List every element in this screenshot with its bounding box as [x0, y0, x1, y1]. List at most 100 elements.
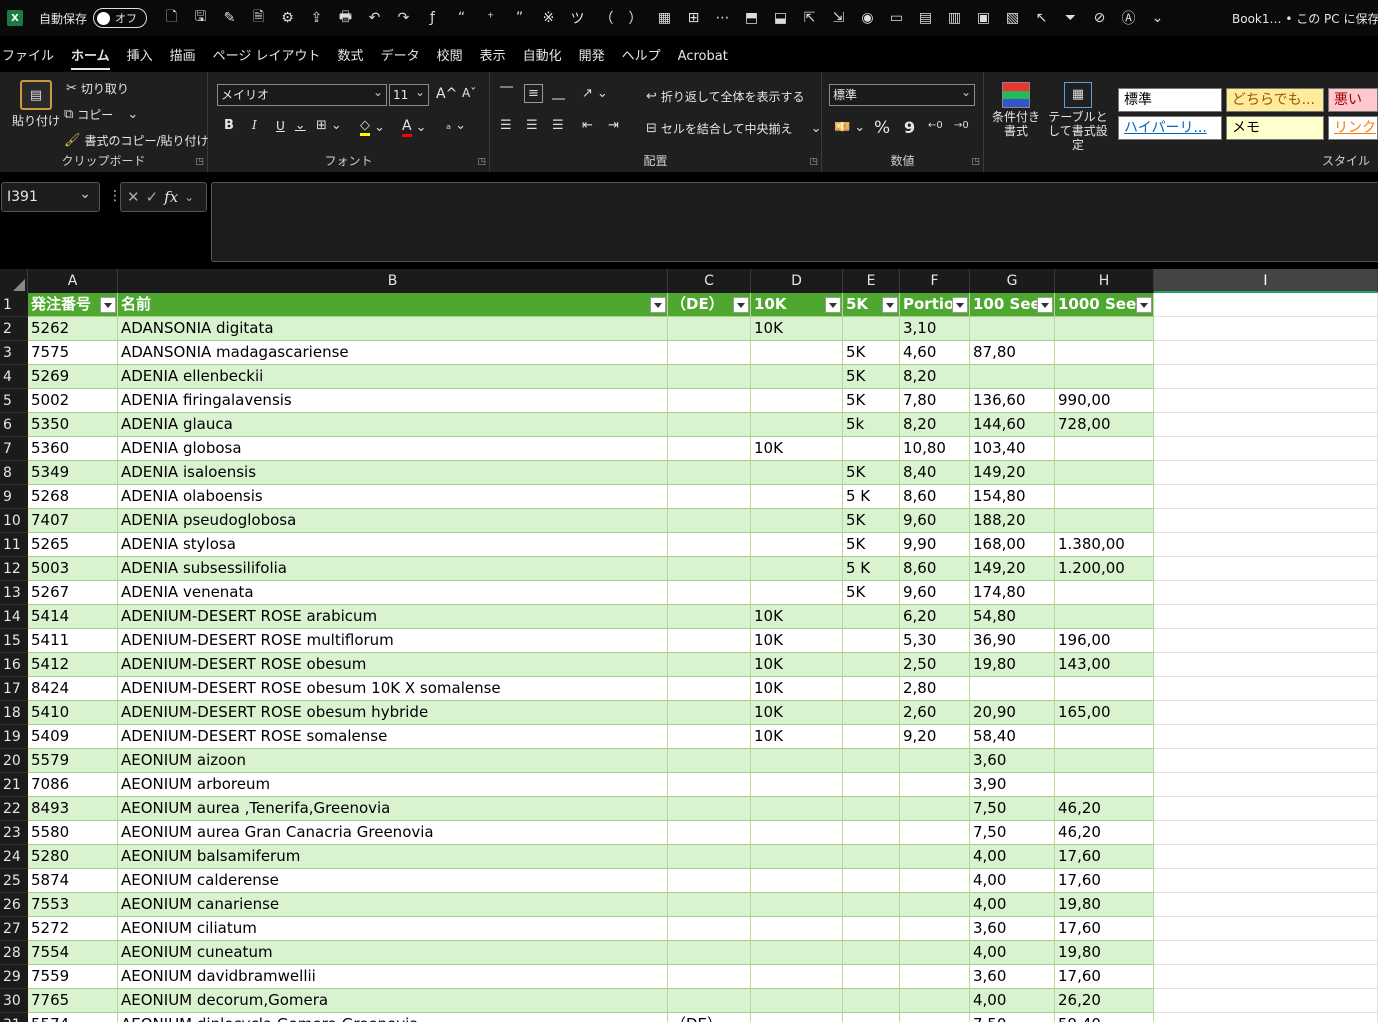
cell[interactable]: 36,90 — [970, 629, 1055, 653]
cell[interactable] — [843, 677, 900, 701]
cell[interactable] — [668, 749, 751, 773]
cell[interactable] — [668, 341, 751, 365]
cell[interactable] — [1154, 917, 1378, 941]
column-header-e[interactable]: E — [843, 269, 900, 293]
cell[interactable]: 5K — [843, 389, 900, 413]
cell[interactable] — [1154, 317, 1378, 341]
cell[interactable] — [751, 413, 843, 437]
cell[interactable] — [843, 821, 900, 845]
orientation-button[interactable]: ↗ ⌄ — [582, 86, 608, 101]
cell[interactable] — [668, 581, 751, 605]
cell[interactable] — [751, 797, 843, 821]
cell[interactable]: 5262 — [28, 317, 118, 341]
cell[interactable] — [843, 317, 900, 341]
undo-icon[interactable]: ↶ — [360, 6, 389, 30]
cell[interactable]: 7,50 — [970, 1013, 1055, 1022]
cell[interactable] — [668, 317, 751, 341]
cell[interactable]: 87,80 — [970, 341, 1055, 365]
cell[interactable]: AEONIUM ciliatum — [118, 917, 668, 941]
table-header-cell[interactable] — [1154, 293, 1378, 317]
cell[interactable] — [1154, 509, 1378, 533]
cell[interactable]: 2,50 — [900, 653, 970, 677]
layout-icon[interactable]: ▤ — [911, 6, 940, 30]
cell[interactable] — [1154, 869, 1378, 893]
cell[interactable] — [1154, 677, 1378, 701]
cell[interactable] — [843, 629, 900, 653]
cell[interactable] — [668, 365, 751, 389]
cell[interactable] — [900, 1013, 970, 1022]
merge-center-button[interactable]: ⊟ セルを結合して中央揃え ⌄ — [646, 120, 821, 137]
cell[interactable]: 7553 — [28, 893, 118, 917]
save-icon[interactable]: 🖫 — [186, 6, 215, 30]
cell[interactable]: 165,00 — [1055, 701, 1154, 725]
cell[interactable]: 17,60 — [1055, 869, 1154, 893]
cell[interactable] — [900, 965, 970, 989]
redo-icon[interactable]: ↷ — [389, 6, 418, 30]
new-file-icon[interactable]: 🗋 — [157, 6, 186, 30]
cell[interactable]: 8,60 — [900, 557, 970, 581]
cell[interactable] — [668, 893, 751, 917]
row-header[interactable]: 24 — [0, 845, 28, 869]
cell[interactable]: 5272 — [28, 917, 118, 941]
format-painter-button[interactable]: 🖌 書式のコピー/貼り付け — [64, 132, 209, 149]
cell[interactable] — [1154, 437, 1378, 461]
cell[interactable]: 2,60 — [900, 701, 970, 725]
column-header-d[interactable]: D — [751, 269, 843, 293]
bold-button[interactable]: B — [224, 118, 234, 133]
cell[interactable]: 196,00 — [1055, 629, 1154, 653]
cell[interactable]: 17,60 — [1055, 965, 1154, 989]
cell[interactable] — [1154, 725, 1378, 749]
cell[interactable]: 5280 — [28, 845, 118, 869]
cell[interactable]: 10K — [751, 605, 843, 629]
insert-icon[interactable]: ⁺ — [476, 6, 505, 30]
cell[interactable]: 728,00 — [1055, 413, 1154, 437]
cell[interactable]: AEONIUM aurea Gran Canacria Greenovia — [118, 821, 668, 845]
cell[interactable]: ADENIUM-DESERT ROSE arabicum — [118, 605, 668, 629]
cell[interactable] — [900, 797, 970, 821]
cell[interactable] — [970, 317, 1055, 341]
tab-1[interactable]: ホーム — [67, 44, 123, 70]
filter-dropdown-icon[interactable] — [733, 297, 749, 313]
cell[interactable]: 8424 — [28, 677, 118, 701]
row-header[interactable]: 14 — [0, 605, 28, 629]
conditional-format-button[interactable]: 条件付き書式 — [992, 82, 1040, 138]
cell[interactable]: 4,00 — [970, 941, 1055, 965]
comma-button[interactable]: 9 — [904, 118, 915, 137]
image-icon[interactable]: ▧ — [998, 6, 1027, 30]
cell[interactable]: 10K — [751, 317, 843, 341]
grid-icon[interactable]: ⊞ — [679, 6, 708, 30]
cell[interactable] — [668, 629, 751, 653]
cell[interactable] — [1055, 725, 1154, 749]
cell[interactable] — [668, 653, 751, 677]
copy-button[interactable]: ⧉ コピー ⌄ — [64, 106, 138, 123]
cell[interactable]: ADENIA firingalavensis — [118, 389, 668, 413]
cell[interactable] — [1154, 821, 1378, 845]
cell[interactable]: 5267 — [28, 581, 118, 605]
cell[interactable]: 5410 — [28, 701, 118, 725]
cell[interactable]: 5K — [843, 461, 900, 485]
align-top-button[interactable]: ⎺ — [500, 86, 513, 101]
cell[interactable]: 3,10 — [900, 317, 970, 341]
row-header[interactable]: 21 — [0, 773, 28, 797]
cell[interactable]: 2,80 — [900, 677, 970, 701]
row-header[interactable]: 18 — [0, 701, 28, 725]
shrink-font-button[interactable]: Aˇ — [462, 86, 476, 100]
italic-button[interactable]: I — [252, 118, 257, 132]
cell[interactable]: AEONIUM canariense — [118, 893, 668, 917]
cell[interactable]: ADENIUM-DESERT ROSE obesum 10K X somalen… — [118, 677, 668, 701]
row-header[interactable]: 4 — [0, 365, 28, 389]
align-center-button[interactable]: ☰ — [526, 118, 538, 133]
cell[interactable]: 5K — [843, 509, 900, 533]
cell[interactable] — [668, 845, 751, 869]
cell[interactable]: ADENIUM-DESERT ROSE obesum hybride — [118, 701, 668, 725]
cell[interactable] — [900, 869, 970, 893]
row-header[interactable]: 30 — [0, 989, 28, 1013]
cell[interactable] — [900, 941, 970, 965]
filter-icon[interactable]: ⏷ — [1056, 6, 1085, 30]
grow-font-button[interactable]: A^ — [436, 86, 457, 102]
row-header[interactable]: 23 — [0, 821, 28, 845]
tab-11[interactable]: ヘルプ — [618, 44, 674, 70]
insert-function-icon[interactable]: fx — [164, 188, 178, 206]
cell[interactable]: 5 K — [843, 485, 900, 509]
cell[interactable]: 143,00 — [1055, 653, 1154, 677]
